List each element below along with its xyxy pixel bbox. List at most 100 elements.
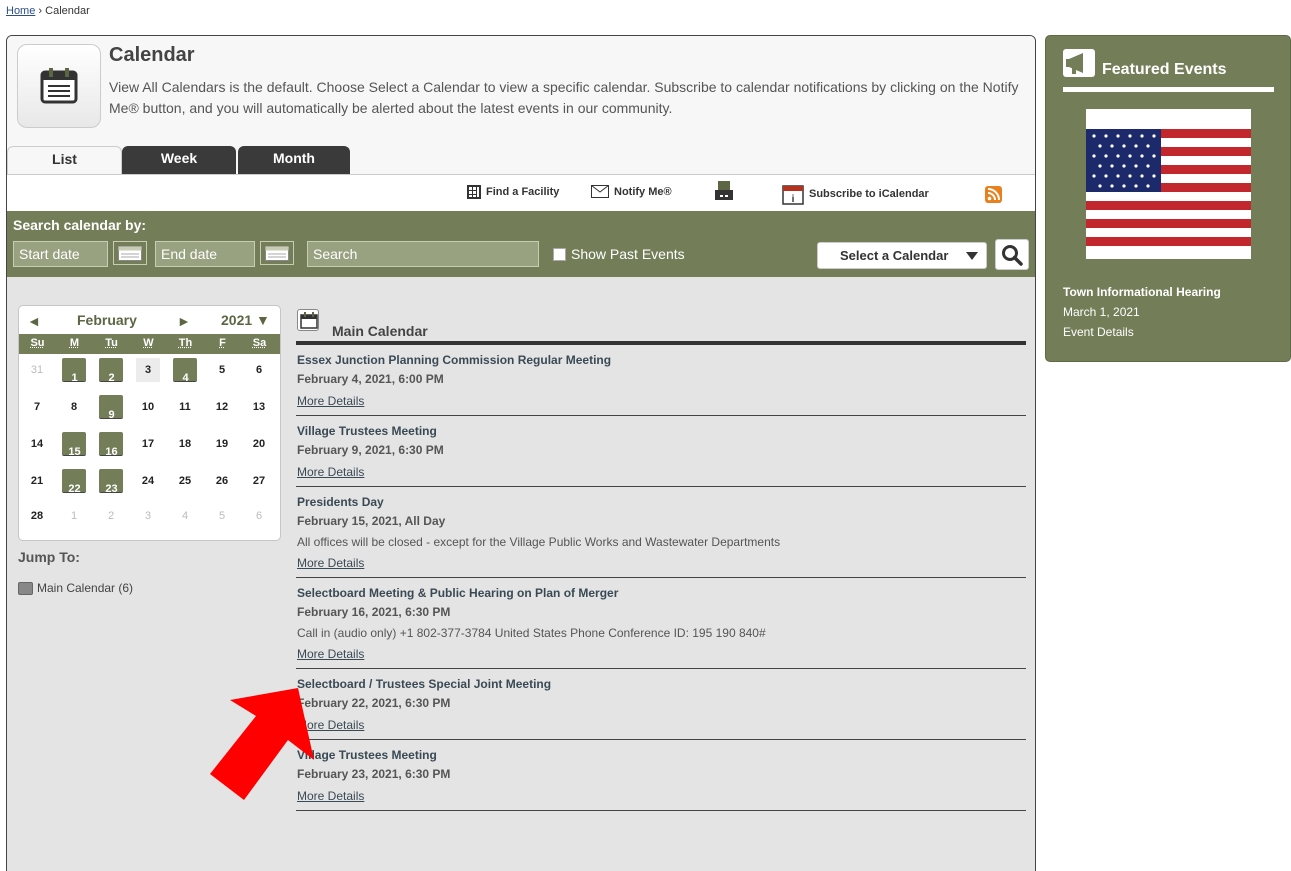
- weekday-header: Su M Tu W Th F Sa: [19, 334, 280, 354]
- day-cell[interactable]: 17: [136, 432, 160, 456]
- start-date-input[interactable]: Start date: [13, 241, 108, 267]
- featured-event-title[interactable]: Town Informational Hearing: [1063, 285, 1221, 299]
- more-details-link[interactable]: More Details: [297, 393, 364, 409]
- page-title: Calendar: [109, 44, 195, 67]
- show-past-events-checkbox[interactable]: Show Past Events: [553, 246, 685, 262]
- main-calendar-heading: Main Calendar: [296, 307, 1026, 345]
- us-flag-image[interactable]: [1086, 109, 1251, 259]
- calendar-icon: [17, 44, 101, 128]
- event-title[interactable]: Selectboard / Trustees Special Joint Mee…: [297, 677, 1026, 692]
- day-cell-today[interactable]: 3: [136, 358, 160, 382]
- day-cell[interactable]: 19: [210, 432, 234, 456]
- more-details-link[interactable]: More Details: [297, 464, 364, 480]
- show-past-events-label: Show Past Events: [571, 246, 685, 262]
- day-cell[interactable]: 20: [247, 432, 271, 456]
- rss-icon: [985, 186, 1002, 203]
- tab-week[interactable]: Week: [122, 146, 236, 174]
- day-cell-event[interactable]: 22: [62, 469, 86, 493]
- mini-calendar-header: ◄ February ► 2021 ▼: [19, 306, 280, 334]
- day-cell[interactable]: 2: [99, 504, 123, 528]
- svg-text:i: i: [792, 194, 795, 205]
- end-date-input[interactable]: End date: [155, 241, 255, 267]
- day-cell[interactable]: 8: [62, 395, 86, 419]
- search-button[interactable]: [995, 239, 1029, 270]
- event-title[interactable]: Village Trustees Meeting: [297, 424, 1026, 439]
- find-facility-link[interactable]: Find a Facility: [467, 185, 559, 199]
- intro-text: View All Calendars is the default. Choos…: [109, 77, 1019, 119]
- day-cell-event[interactable]: 15: [62, 432, 86, 456]
- day-cell-event[interactable]: 16: [99, 432, 123, 456]
- print-button[interactable]: [714, 181, 734, 203]
- weekday-label: F: [204, 337, 241, 349]
- featured-divider: [1063, 87, 1274, 92]
- envelope-icon: [591, 185, 609, 198]
- event-title[interactable]: Essex Junction Planning Commission Regul…: [297, 353, 1026, 368]
- day-cell[interactable]: 18: [173, 432, 197, 456]
- breadcrumb: Home › Calendar: [6, 5, 90, 17]
- day-cell-event[interactable]: 2: [99, 358, 123, 382]
- calendar-swatch-icon: [18, 582, 33, 595]
- day-cell[interactable]: 25: [173, 469, 197, 493]
- more-details-link[interactable]: More Details: [297, 555, 364, 571]
- select-calendar-dropdown[interactable]: Select a Calendar: [817, 242, 987, 269]
- tab-list[interactable]: List: [7, 146, 122, 174]
- featured-event-date: March 1, 2021: [1063, 305, 1140, 319]
- day-cell-event[interactable]: 1: [62, 358, 86, 382]
- breadcrumb-separator: ›: [38, 5, 42, 17]
- calendar-header: Calendar View All Calendars is the defau…: [7, 36, 1035, 211]
- day-cell[interactable]: 13: [247, 395, 271, 419]
- day-cell[interactable]: 3: [136, 504, 160, 528]
- checkbox-box[interactable]: [553, 248, 566, 261]
- day-cell[interactable]: 6: [247, 358, 271, 382]
- rss-button[interactable]: [985, 186, 1002, 203]
- subscribe-icalendar-link[interactable]: i Subscribe to iCalendar: [782, 183, 929, 205]
- featured-event-details-link[interactable]: Event Details: [1063, 325, 1134, 339]
- year-select[interactable]: 2021 ▼: [221, 312, 270, 328]
- calendar-panel: Calendar View All Calendars is the defau…: [6, 35, 1036, 871]
- day-cell-event[interactable]: 9: [99, 395, 123, 419]
- day-cell[interactable]: 28: [25, 504, 49, 528]
- event-title[interactable]: Selectboard Meeting & Public Hearing on …: [297, 586, 1026, 601]
- jump-to-main-calendar-link[interactable]: Main Calendar (6): [18, 581, 133, 595]
- breadcrumb-home-link[interactable]: Home: [6, 5, 35, 17]
- start-date-picker-button[interactable]: [113, 241, 147, 265]
- day-cell[interactable]: 5: [210, 358, 234, 382]
- weekday-label: Tu: [93, 337, 130, 349]
- day-cell[interactable]: 5: [210, 504, 234, 528]
- day-cell[interactable]: 11: [173, 395, 197, 419]
- event-description: Call in (audio only) +1 802-377-3784 Uni…: [297, 626, 1026, 641]
- prev-month-button[interactable]: ◄: [27, 313, 41, 329]
- calendar-picker-icon: [118, 246, 142, 261]
- tab-month[interactable]: Month: [238, 146, 350, 174]
- day-cell[interactable]: 1: [62, 504, 86, 528]
- jump-to-item-label: Main Calendar (6): [37, 581, 133, 595]
- day-cell[interactable]: 27: [247, 469, 271, 493]
- event-date: February 22, 2021, 6:30 PM: [297, 695, 1026, 712]
- more-details-link[interactable]: More Details: [297, 646, 364, 662]
- search-bar: Search calendar by: Start date End date …: [7, 211, 1035, 277]
- select-calendar-label: Select a Calendar: [840, 248, 948, 263]
- day-cell[interactable]: 4: [173, 504, 197, 528]
- day-cell[interactable]: 7: [25, 395, 49, 419]
- day-cell[interactable]: 10: [136, 395, 160, 419]
- day-cell-event[interactable]: 4: [173, 358, 197, 382]
- featured-events-panel: Featured Events Town Informational Heari…: [1045, 35, 1291, 362]
- notify-me-link[interactable]: Notify Me®: [591, 185, 672, 198]
- event-title[interactable]: Village Trustees Meeting: [297, 748, 1026, 763]
- day-cell-event[interactable]: 23: [99, 469, 123, 493]
- event-item: Selectboard Meeting & Public Hearing on …: [296, 578, 1026, 669]
- search-input[interactable]: Search: [307, 241, 539, 267]
- next-month-button[interactable]: ►: [177, 313, 191, 329]
- day-cell[interactable]: 12: [210, 395, 234, 419]
- event-title[interactable]: Presidents Day: [297, 495, 1026, 510]
- search-label: Search calendar by:: [13, 217, 146, 233]
- day-cell[interactable]: 21: [25, 469, 49, 493]
- day-cell[interactable]: 31: [25, 358, 49, 382]
- jump-to-title: Jump To:: [18, 549, 80, 565]
- day-cell[interactable]: 24: [136, 469, 160, 493]
- end-date-picker-button[interactable]: [260, 241, 294, 265]
- day-cell[interactable]: 14: [25, 432, 49, 456]
- icalendar-icon: i: [782, 183, 804, 205]
- day-cell[interactable]: 6: [247, 504, 271, 528]
- day-cell[interactable]: 26: [210, 469, 234, 493]
